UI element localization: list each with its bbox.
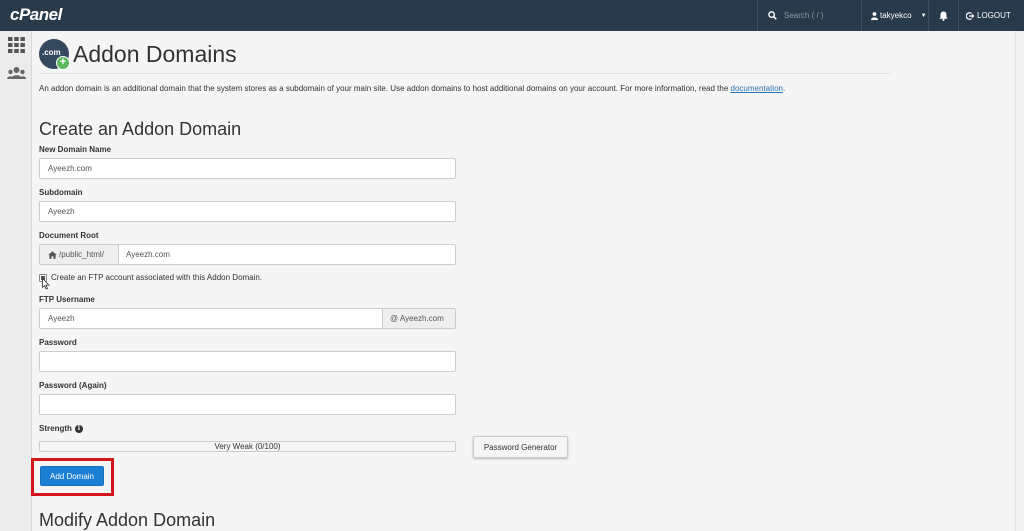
- password-strength-meter: Very Weak (0/100): [39, 441, 456, 452]
- subdomain-input[interactable]: Ayeezh: [39, 201, 456, 222]
- intro-text: An addon domain is an additional domain …: [39, 84, 785, 93]
- ftp-account-checkbox-label: Create an FTP account associated with th…: [51, 273, 263, 282]
- modify-section-title: Modify Addon Domain: [39, 510, 216, 530]
- document-root-input[interactable]: Ayeezh.com: [118, 244, 456, 265]
- intro-body: An addon domain is an additional domain …: [39, 84, 731, 93]
- addon-domain-icon-text: .com: [42, 48, 61, 57]
- strength-label: Strength: [39, 424, 72, 433]
- logout-label: LOGOUT: [977, 11, 1011, 20]
- ftp-username-input[interactable]: Ayeezh: [39, 308, 383, 329]
- bell-icon: [939, 11, 948, 21]
- password-label: Password: [39, 338, 77, 347]
- top-navbar: cPanel Search ( / ) takyekco ▼ LOGOUT: [0, 0, 1024, 31]
- plus-icon: +: [56, 56, 70, 70]
- new-domain-label: New Domain Name: [39, 145, 112, 154]
- left-sidebar: [0, 31, 32, 531]
- document-root-prefix-text: /public_html/: [59, 250, 104, 259]
- logout-icon: [966, 11, 974, 20]
- search-placeholder[interactable]: Search ( / ): [784, 11, 824, 20]
- password-generator-button[interactable]: Password Generator: [473, 436, 568, 458]
- grid-icon[interactable]: [7, 36, 26, 54]
- ftp-username-suffix: @ Ayeezh.com: [383, 308, 456, 329]
- intro-end: .: [782, 84, 786, 93]
- documentation-link[interactable]: documentation: [731, 84, 783, 93]
- user-icon: [871, 11, 878, 20]
- home-icon: [48, 250, 57, 259]
- caret-down-icon: ▼: [920, 12, 927, 19]
- document-root-label: Document Root: [39, 231, 99, 240]
- document-root-group: /public_html/ Ayeezh.com: [39, 244, 456, 265]
- password-input[interactable]: [39, 351, 456, 372]
- page-title: Addon Domains: [73, 41, 237, 67]
- search-icon: [768, 11, 777, 20]
- document-root-prefix: /public_html/: [39, 244, 118, 265]
- ftp-account-checkbox-row[interactable]: Create an FTP account associated with th…: [39, 273, 262, 282]
- users-icon[interactable]: [7, 65, 26, 83]
- username: takyekco: [880, 11, 912, 20]
- subdomain-label: Subdomain: [39, 188, 83, 197]
- create-section-title: Create an Addon Domain: [39, 119, 242, 139]
- cpanel-logo[interactable]: cPanel: [10, 5, 62, 25]
- highlight-annotation: [31, 458, 114, 496]
- scrollbar[interactable]: [1015, 31, 1024, 531]
- password-again-label: Password (Again): [39, 381, 107, 390]
- password-again-input[interactable]: [39, 394, 456, 415]
- new-domain-input[interactable]: Ayeezh.com: [39, 158, 456, 179]
- mouse-cursor-icon: [42, 278, 50, 290]
- strength-label-row: Strength i: [39, 424, 83, 433]
- page-header: .com + Addon Domains: [39, 39, 891, 74]
- search-box[interactable]: Search ( / ): [757, 0, 861, 31]
- ftp-username-label: FTP Username: [39, 295, 95, 304]
- ftp-username-group: Ayeezh @ Ayeezh.com: [39, 308, 456, 329]
- notifications-button[interactable]: [928, 0, 958, 31]
- addon-domain-icon: .com +: [39, 39, 70, 70]
- user-menu[interactable]: takyekco ▼: [861, 0, 928, 31]
- logout-button[interactable]: LOGOUT: [958, 0, 1024, 31]
- info-icon[interactable]: i: [74, 424, 83, 433]
